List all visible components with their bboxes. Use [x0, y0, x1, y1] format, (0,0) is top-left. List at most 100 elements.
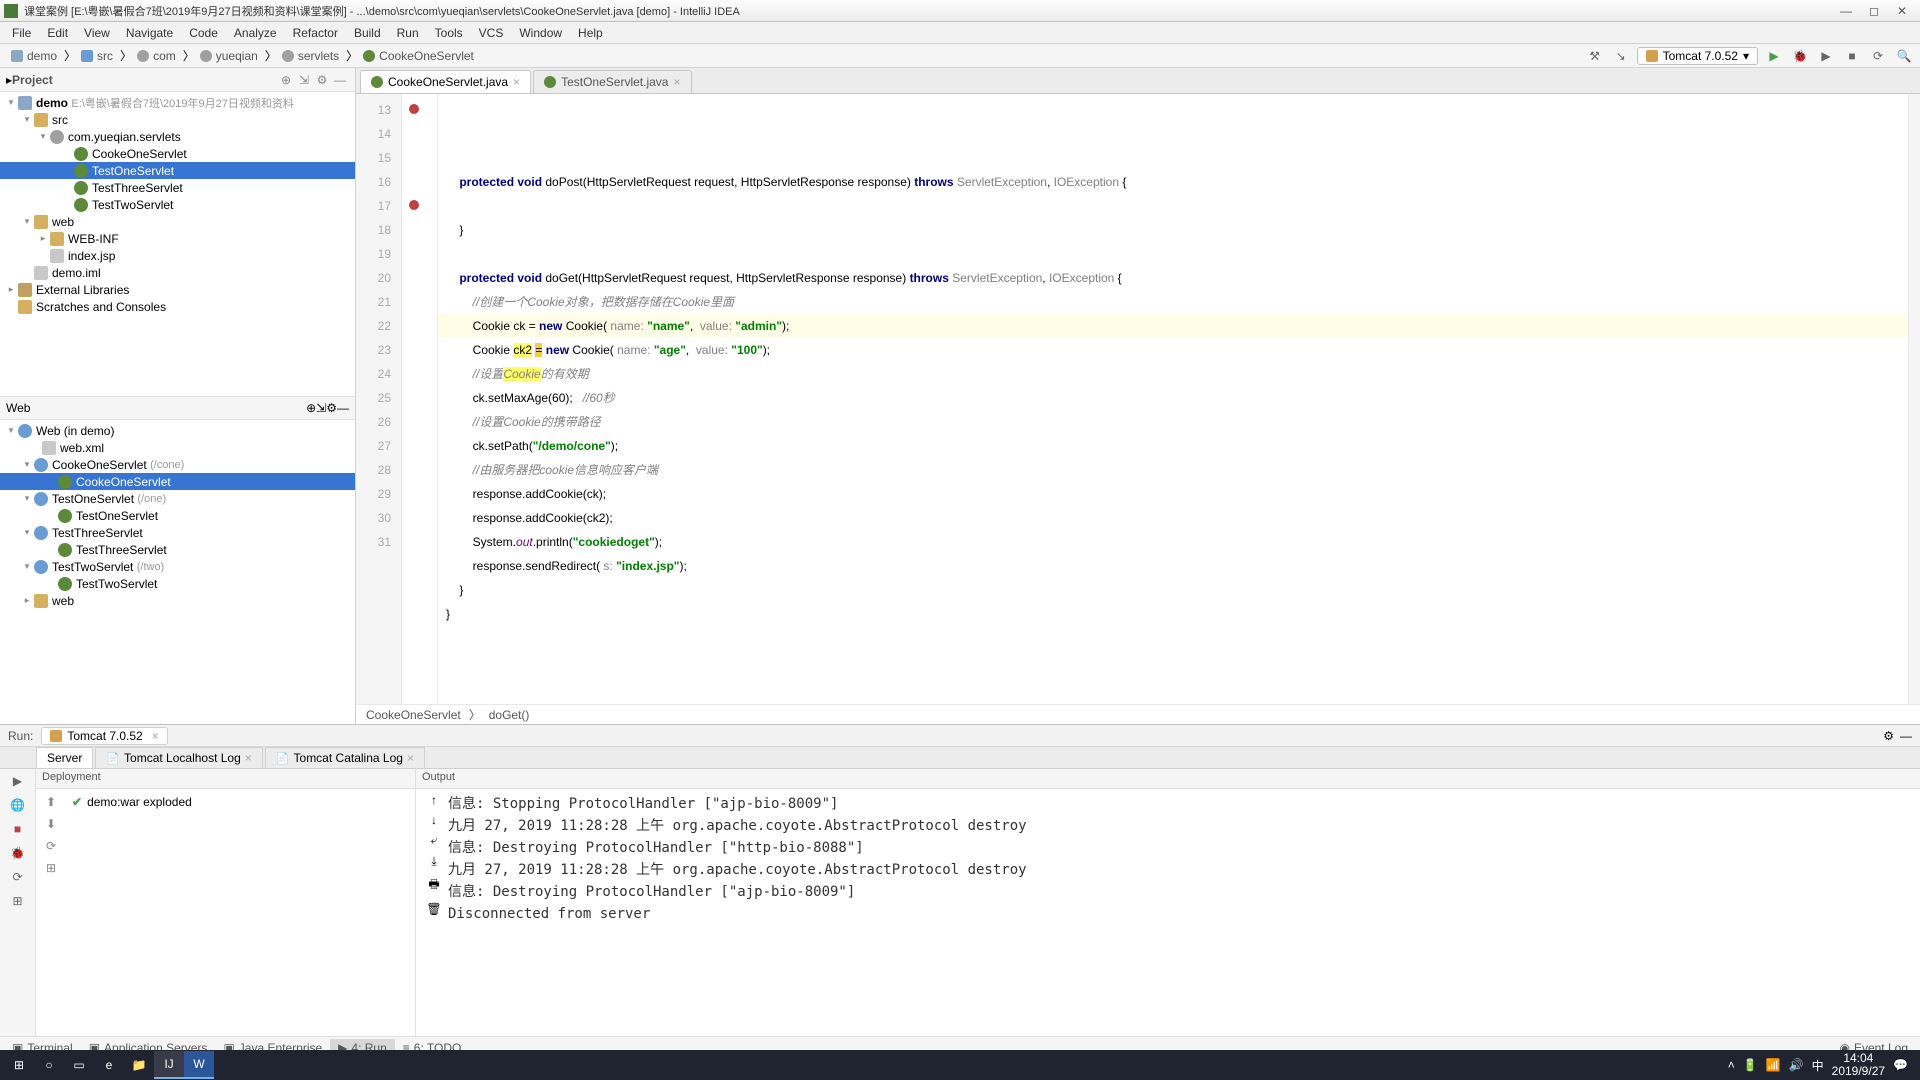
close-icon[interactable]: × — [673, 75, 680, 89]
update-button[interactable]: ⟳ — [10, 869, 26, 885]
debug-button[interactable]: 🐞 — [10, 845, 26, 861]
crumb-class[interactable]: CookeOneServlet — [366, 708, 461, 722]
menu-vcs[interactable]: VCS — [471, 24, 512, 42]
project-panel-title: Project — [12, 73, 277, 87]
run-button[interactable]: ▶ — [1764, 46, 1784, 66]
close-icon[interactable]: × — [245, 751, 252, 765]
expand-button[interactable]: ⊞ — [46, 861, 62, 877]
run-config-display[interactable]: Tomcat 7.0.52× — [41, 727, 167, 745]
intellij-icon[interactable]: IJ — [154, 1051, 184, 1079]
file-icon — [34, 266, 48, 280]
stop-button[interactable]: ■ — [1842, 46, 1862, 66]
breadcrumb[interactable]: servlets — [277, 48, 344, 64]
gear-icon[interactable]: ⚙ — [326, 401, 337, 415]
breadcrumb[interactable]: com — [132, 48, 181, 64]
scroll-from-source-icon[interactable]: ⊕ — [306, 401, 316, 415]
debug-button[interactable]: 🐞 — [1790, 46, 1810, 66]
menu-file[interactable]: File — [4, 24, 39, 42]
tray-battery-icon[interactable]: 🔋 — [1743, 1058, 1758, 1072]
tray-volume-icon[interactable]: 🔊 — [1789, 1058, 1804, 1072]
package-icon — [50, 130, 64, 144]
collapse-all-icon[interactable]: ⇲ — [295, 71, 313, 89]
menu-navigate[interactable]: Navigate — [118, 24, 181, 42]
tray-ime-icon[interactable]: 中 — [1812, 1057, 1824, 1074]
system-tray[interactable]: ˄ 🔋 📶 🔊 中 14:042019/9/27 💬 — [1728, 1052, 1916, 1078]
hide-icon[interactable]: — — [331, 71, 349, 89]
nav-back-button[interactable]: ↘ — [1611, 46, 1631, 66]
print-icon[interactable]: 🖶 — [428, 875, 439, 896]
cortana-button[interactable]: ○ — [34, 1051, 64, 1079]
breadcrumb[interactable]: CookeOneServlet — [358, 48, 479, 64]
rerun-button[interactable]: ▶ — [10, 773, 26, 789]
refresh-button[interactable]: ⟳ — [46, 839, 62, 855]
menu-code[interactable]: Code — [181, 24, 226, 42]
error-stripe[interactable] — [1908, 94, 1920, 704]
layout-button[interactable]: ⊞ — [10, 893, 26, 909]
collapse-all-icon[interactable]: ⇲ — [316, 401, 326, 415]
hide-icon[interactable]: — — [337, 401, 349, 415]
breadcrumb[interactable]: demo — [6, 48, 62, 64]
close-icon[interactable]: × — [513, 75, 520, 89]
tab-testoneservlet[interactable]: TestOneServlet.java× — [533, 70, 691, 93]
windows-taskbar: ⊞ ○ ▭ e 📁 IJ W ˄ 🔋 📶 🔊 中 14:042019/9/27 … — [0, 1050, 1920, 1080]
menu-refactor[interactable]: Refactor — [285, 24, 346, 42]
search-button[interactable]: 🔍 — [1894, 46, 1914, 66]
scroll-from-source-icon[interactable]: ⊕ — [277, 71, 295, 89]
soft-wrap-icon[interactable]: ⤶ — [431, 833, 438, 848]
menu-run[interactable]: Run — [389, 24, 427, 42]
clear-icon[interactable]: 🗑 — [426, 902, 441, 916]
deployment-item[interactable]: ✔demo:war exploded — [68, 793, 411, 811]
hide-icon[interactable]: — — [1900, 729, 1912, 743]
servlet-icon — [34, 526, 48, 540]
build-button[interactable]: ⚒ — [1585, 46, 1605, 66]
close-button[interactable]: ✕ — [1888, 2, 1916, 20]
word-icon[interactable]: W — [184, 1051, 214, 1079]
explorer-icon[interactable]: 📁 — [124, 1051, 154, 1079]
menu-view[interactable]: View — [76, 24, 118, 42]
gear-icon[interactable]: ⚙ — [1883, 729, 1894, 743]
tab-cookeoneservlet[interactable]: CookeOneServlet.java× — [360, 70, 531, 93]
scroll-end-icon[interactable]: ⤓ — [431, 854, 436, 869]
update-button[interactable]: ⟳ — [1868, 46, 1888, 66]
tray-wifi-icon[interactable]: 📶 — [1766, 1058, 1781, 1072]
breadcrumb[interactable]: yueqian — [195, 48, 263, 64]
stop-button[interactable]: ■ — [10, 821, 26, 837]
close-icon[interactable]: × — [152, 729, 159, 743]
menu-help[interactable]: Help — [570, 24, 611, 42]
close-icon[interactable]: × — [407, 751, 414, 765]
line-gutter[interactable]: 13141516171819202122232425262728293031 — [356, 94, 402, 704]
breadcrumb[interactable]: src — [76, 48, 118, 64]
run-config-selector[interactable]: Tomcat 7.0.52 ▾ — [1637, 47, 1758, 65]
web-panel-title: Web — [6, 401, 30, 415]
class-icon — [58, 475, 72, 489]
crumb-method[interactable]: doGet() — [489, 708, 530, 722]
notifications-icon[interactable]: 💬 — [1893, 1058, 1908, 1072]
gear-icon[interactable]: ⚙ — [313, 71, 331, 89]
menu-tools[interactable]: Tools — [427, 24, 471, 42]
undeploy-button[interactable]: ⬇ — [46, 817, 62, 833]
web-icon — [18, 424, 32, 438]
deploy-all-button[interactable]: ⬆ — [46, 795, 62, 811]
open-browser-button[interactable]: 🌐 — [10, 797, 26, 813]
start-button[interactable]: ⊞ — [4, 1051, 34, 1079]
tab-server[interactable]: Server — [36, 747, 93, 768]
menu-window[interactable]: Window — [511, 24, 570, 42]
scroll-down-icon[interactable]: ↓ — [431, 813, 437, 827]
task-view-button[interactable]: ▭ — [64, 1051, 94, 1079]
project-tree[interactable]: ▾demo E:\粤嵌\暑假合7班\2019年9月27日视频和资料 ▾src ▾… — [0, 92, 355, 396]
tab-catalina-log[interactable]: 📄 Tomcat Catalina Log × — [265, 747, 425, 768]
scroll-up-icon[interactable]: ↑ — [431, 793, 437, 807]
coverage-button[interactable]: ▶ — [1816, 46, 1836, 66]
tab-localhost-log[interactable]: 📄 Tomcat Localhost Log × — [95, 747, 262, 768]
web-tree[interactable]: ▾Web (in demo) web.xml ▾CookeOneServlet … — [0, 420, 355, 724]
tray-chevron-icon[interactable]: ˄ — [1728, 1058, 1735, 1072]
minimize-button[interactable]: — — [1832, 2, 1860, 20]
menu-build[interactable]: Build — [346, 24, 389, 42]
code-editor[interactable]: protected void doPost(HttpServletRequest… — [438, 94, 1908, 704]
edge-icon[interactable]: e — [94, 1051, 124, 1079]
menu-edit[interactable]: Edit — [39, 24, 76, 42]
menu-analyze[interactable]: Analyze — [226, 24, 285, 42]
clock[interactable]: 14:042019/9/27 — [1832, 1052, 1885, 1078]
console-output[interactable]: 信息: Stopping ProtocolHandler ["ajp-bio-8… — [448, 793, 1916, 1032]
maximize-button[interactable]: ◻ — [1860, 2, 1888, 20]
